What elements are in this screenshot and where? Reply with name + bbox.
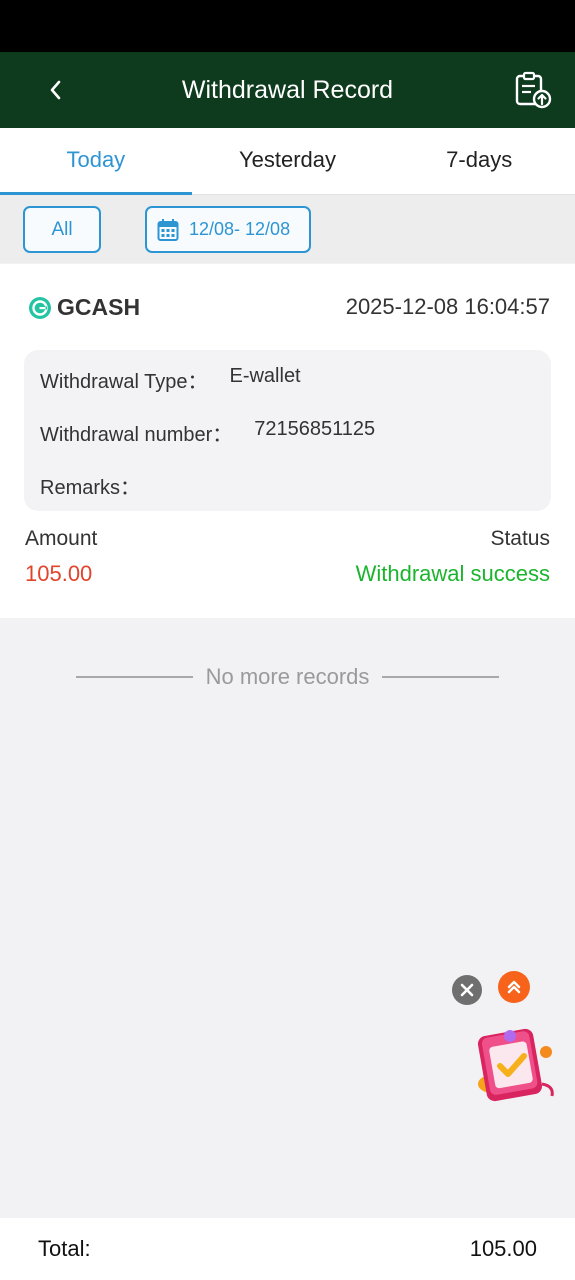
date-range-label: 12/08- 12/08 [189, 219, 291, 239]
clipboard-upload-button[interactable] [513, 70, 553, 110]
gift-reward-icon [477, 1028, 554, 1102]
status-value: Withdrawal success [355, 561, 550, 586]
total-value: 105.00 [469, 1236, 537, 1261]
date-range-button[interactable]: 12/08- 12/08 [145, 206, 311, 253]
withdrawal-number-row: Withdrawal number： 72156851125 [40, 418, 375, 447]
list-end-indicator: No more records [0, 660, 575, 694]
tab-7-days[interactable]: 7-days [383, 128, 575, 194]
all-filter-button[interactable]: All [23, 206, 101, 253]
tab-yesterday[interactable]: Yesterday [192, 128, 384, 194]
divider-line [75, 676, 193, 678]
withdrawal-type-value: E-wallet [229, 365, 301, 387]
gcash-logo-icon [29, 296, 51, 319]
withdrawal-record-card: GCASH 2025-12-08 16:04:57 Withdrawal Typ… [0, 264, 575, 618]
channel-name: GCASH [57, 294, 141, 320]
scroll-top-button[interactable] [498, 971, 530, 1003]
remarks-label: Remarks： [40, 477, 141, 499]
withdrawal-number-value: 72156851125 [254, 418, 376, 440]
close-icon [460, 983, 474, 997]
withdrawal-type-label: Withdrawal Type： [40, 371, 208, 393]
record-details-box: Withdrawal Type： E-wallet Withdrawal num… [24, 350, 551, 511]
clipboard-upload-icon [515, 71, 552, 109]
close-float-button[interactable] [452, 975, 482, 1005]
double-chevron-up-icon [507, 980, 521, 994]
app-header: Withdrawal Record [0, 52, 575, 128]
total-footer: Total: 105.00 [0, 1218, 575, 1280]
channel-brand: GCASH [28, 294, 140, 321]
amount-label: Amount [25, 527, 98, 550]
total-label: Total: [38, 1236, 91, 1261]
withdrawal-number-label: Withdrawal number： [40, 424, 233, 446]
remarks-row: Remarks： [40, 471, 162, 500]
list-end-text: No more records [205, 664, 370, 689]
status-bar [0, 0, 575, 52]
page-title: Withdrawal Record [181, 76, 394, 104]
divider-line [382, 676, 500, 678]
status-label: Status [490, 527, 550, 550]
withdrawal-type-row: Withdrawal Type： E-wallet [40, 365, 301, 394]
calendar-icon [157, 218, 179, 241]
date-tabs: Today Yesterday 7-days [0, 128, 575, 195]
amount-value: 105.00 [25, 561, 93, 586]
tab-today[interactable]: Today [0, 128, 192, 195]
filter-bar: All 12/08- 12/08 [0, 195, 575, 263]
gift-reward-button[interactable] [472, 1022, 560, 1104]
record-datetime: 2025-12-08 16:04:57 [345, 294, 550, 319]
